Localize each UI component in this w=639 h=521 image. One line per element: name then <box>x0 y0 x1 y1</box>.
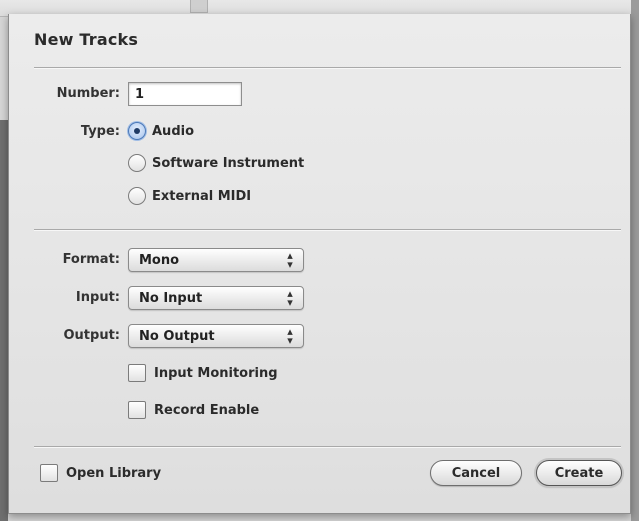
type-option-label: Audio <box>152 123 195 139</box>
output-popup[interactable]: No Output ▴ ▾ <box>128 324 304 348</box>
radio-selected-icon[interactable] <box>128 122 146 140</box>
record-enable-label: Record Enable <box>154 402 260 418</box>
format-label: Format: <box>62 252 120 267</box>
checkbox-icon[interactable] <box>128 364 146 382</box>
output-label: Output: <box>63 328 121 343</box>
open-library-label: Open Library <box>66 465 162 481</box>
checkbox-icon[interactable] <box>40 464 58 482</box>
type-option-label: Software Instrument <box>152 155 305 171</box>
dialog-title: New Tracks <box>34 30 139 49</box>
input-value: No Input <box>139 290 203 306</box>
type-option-audio[interactable]: Audio <box>128 122 194 140</box>
input-label: Input: <box>75 290 120 305</box>
cancel-button[interactable]: Cancel <box>430 460 522 486</box>
type-option-external-midi[interactable]: External MIDI <box>128 187 251 205</box>
updown-arrows-icon: ▴ ▾ <box>287 249 293 271</box>
background-tick <box>190 0 208 13</box>
updown-arrows-icon: ▴ ▾ <box>287 287 293 309</box>
background-panel-right <box>631 0 639 521</box>
output-value: No Output <box>139 328 215 344</box>
background-panel-left <box>0 120 8 521</box>
title-divider <box>34 67 621 69</box>
type-label: Type: <box>80 124 120 139</box>
type-option-label: External MIDI <box>152 188 252 204</box>
updown-arrows-icon: ▴ ▾ <box>287 325 293 347</box>
create-button[interactable]: Create <box>536 460 622 486</box>
format-popup[interactable]: Mono ▴ ▾ <box>128 248 304 272</box>
radio-unselected-icon[interactable] <box>128 154 146 172</box>
input-monitoring-label: Input Monitoring <box>154 365 278 381</box>
radio-unselected-icon[interactable] <box>128 187 146 205</box>
format-value: Mono <box>139 252 180 268</box>
footer-divider <box>34 446 621 448</box>
record-enable-option[interactable]: Record Enable <box>128 401 259 419</box>
checkbox-icon[interactable] <box>128 401 146 419</box>
input-monitoring-option[interactable]: Input Monitoring <box>128 364 278 382</box>
input-popup[interactable]: No Input ▴ ▾ <box>128 286 304 310</box>
number-field[interactable] <box>128 82 242 106</box>
section-divider <box>34 229 621 231</box>
open-library-option[interactable]: Open Library <box>40 464 161 482</box>
type-option-software-instrument[interactable]: Software Instrument <box>128 154 304 172</box>
number-label: Number: <box>56 86 120 101</box>
